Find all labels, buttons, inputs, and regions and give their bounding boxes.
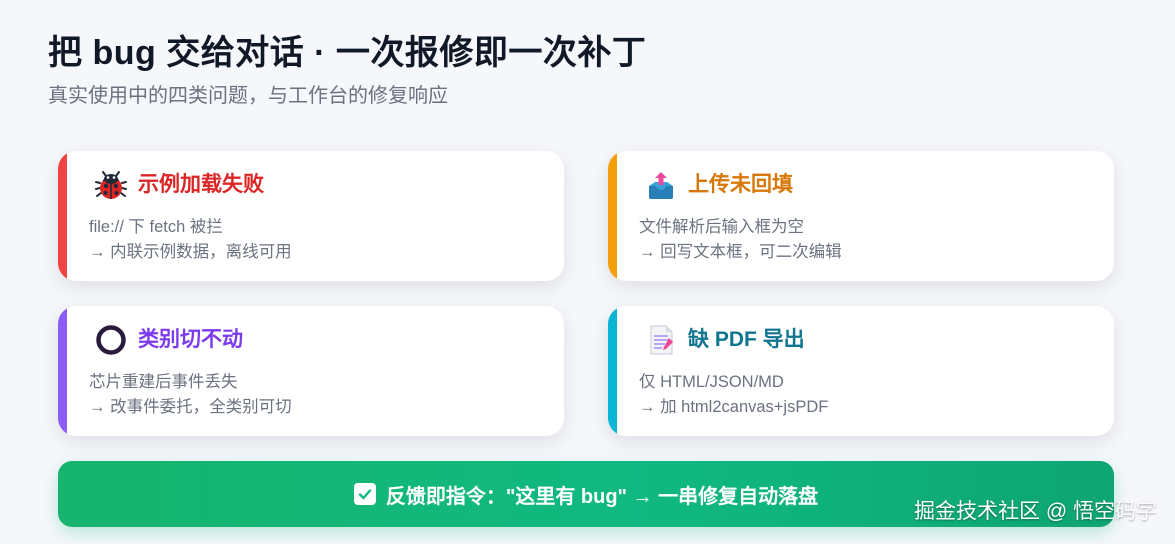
page-title: 把 bug 交给对话 · 一次报修即一次补丁	[48, 34, 647, 72]
card-accent-bar	[608, 151, 617, 281]
card-title: 类别切不动	[138, 328, 243, 351]
issue-card-pdf-export: 缺 PDF 导出 仅 HTML/JSON/MD → 加 html2canvas+…	[608, 306, 1114, 436]
page-subtitle: 真实使用中的四类问题，与工作台的修复响应	[48, 85, 448, 107]
card-problem: file:// 下 fetch 被拦	[89, 218, 223, 236]
ring-icon	[94, 323, 128, 357]
feedback-banner-text: 反馈即指令："这里有 bug" → 一串修复自动落盘	[385, 485, 819, 508]
card-accent-bar	[58, 151, 67, 281]
card-fix: → 加 html2canvas+jsPDF	[639, 398, 829, 416]
document-icon	[644, 323, 678, 357]
card-accent-bar	[58, 306, 67, 436]
issue-card-category-switch: 类别切不动 芯片重建后事件丢失 → 改事件委托，全类别可切	[58, 306, 564, 436]
card-problem: 芯片重建后事件丢失	[89, 373, 238, 391]
card-title: 示例加载失败	[138, 173, 264, 196]
card-accent-bar	[608, 306, 617, 436]
issue-card-example-load: 示例加载失败 file:// 下 fetch 被拦 → 内联示例数据，离线可用	[58, 151, 564, 281]
card-fix: → 回写文本框，可二次编辑	[639, 243, 842, 261]
watermark: 掘金技术社区 @ 悟空码字	[914, 500, 1157, 523]
card-fix: → 内联示例数据，离线可用	[89, 243, 292, 261]
card-title: 上传未回填	[688, 173, 793, 196]
header: 把 bug 交给对话 · 一次报修即一次补丁 真实使用中的四类问题，与工作台的修…	[48, 30, 1128, 110]
upload-tray-icon	[644, 168, 678, 202]
ladybug-icon	[94, 168, 128, 202]
card-problem: 仅 HTML/JSON/MD	[639, 373, 784, 391]
card-title: 缺 PDF 导出	[688, 328, 805, 351]
issue-card-upload-fill: 上传未回填 文件解析后输入框为空 → 回写文本框，可二次编辑	[608, 151, 1114, 281]
check-icon	[353, 483, 376, 505]
card-problem: 文件解析后输入框为空	[639, 218, 804, 236]
card-fix: → 改事件委托，全类别可切	[89, 398, 292, 416]
